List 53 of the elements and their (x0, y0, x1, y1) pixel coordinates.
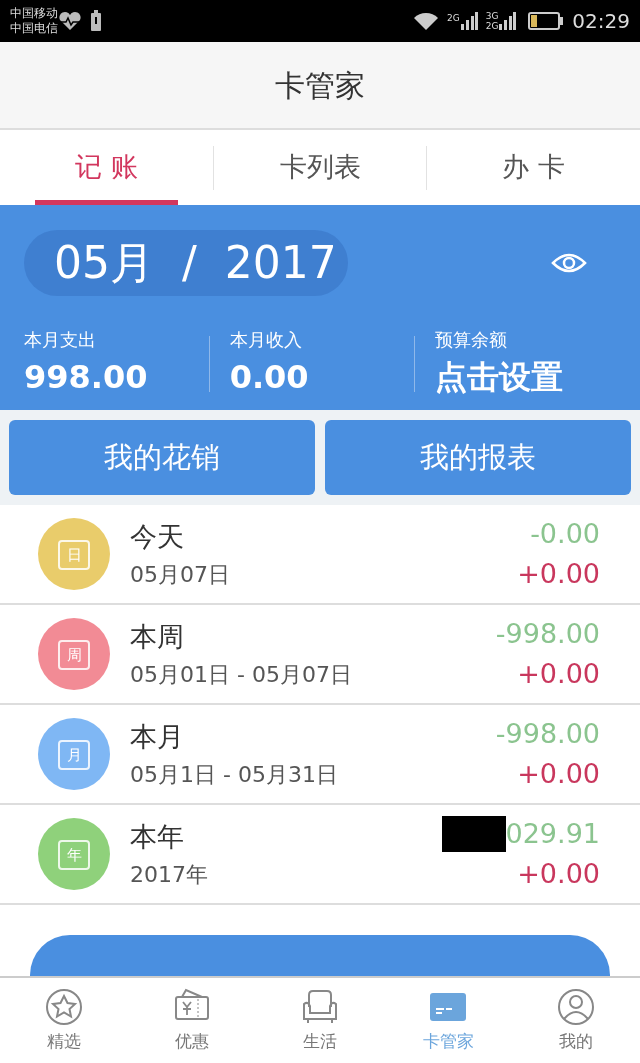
action-button[interactable]: 我的花销 (9, 420, 315, 495)
nav-label: 生活 (303, 1030, 337, 1054)
period-row[interactable]: 年 本年 2017年 029.91 +0.00 (0, 805, 640, 905)
period-title: 本月 (130, 720, 185, 755)
wifi-icon (412, 11, 439, 31)
period-title: 今天 (130, 520, 185, 555)
person-icon (556, 987, 596, 1028)
period-title: 本年 (130, 820, 185, 855)
month-selector[interactable]: 05月 / 2017 (24, 230, 348, 296)
carrier-label: 中国电信 (10, 21, 58, 36)
network-label: 2G (446, 12, 460, 25)
expense-amount: -0.00 (530, 516, 600, 551)
stat-value: 0.00 (229, 357, 310, 398)
income-amount: +0.00 (517, 757, 600, 791)
stat-label: 本月支出 (24, 328, 97, 352)
network-label: 2G (485, 21, 499, 31)
expense-amount: 029.91 (505, 816, 600, 851)
calendar-icon: 年 (38, 818, 110, 890)
clock: 02:29 (572, 8, 630, 35)
app-title: 卡管家 (275, 66, 365, 105)
date-range: 05月07日 (130, 560, 231, 589)
heart-rate-icon (58, 11, 82, 31)
battery-icon (528, 11, 565, 31)
income-amount: +0.00 (517, 557, 600, 591)
expense-amount: -998.00 (495, 716, 600, 751)
period-title: 本周 (130, 620, 185, 655)
period-row[interactable]: 周 本周 05月01日 - 05月07日 -998.00 +0.00 (0, 605, 640, 705)
eye-icon[interactable] (551, 251, 587, 275)
income-amount: +0.00 (517, 857, 600, 891)
nav-label: 卡管家 (422, 1030, 474, 1054)
calendar-icon: 周 (38, 618, 110, 690)
nav-label: 优惠 (175, 1030, 209, 1054)
carrier-label: 中国移动 (10, 6, 58, 21)
signal-icon (459, 12, 478, 30)
stat-value: 998.00 (24, 357, 149, 398)
network-label: 3G (485, 11, 499, 21)
nav-label: 我的 (559, 1030, 593, 1054)
nav-label: 精选 (47, 1030, 81, 1054)
date-range: 2017年 (130, 860, 209, 889)
calendar-icon: 月 (38, 718, 110, 790)
stat-value[interactable]: 点击设置 (435, 353, 620, 401)
stat-label: 本月收入 (229, 328, 303, 352)
stat-label: 预算余额 (435, 328, 509, 352)
expense-amount: -998.00 (495, 616, 600, 651)
battery-saver-icon (90, 10, 102, 32)
date-range: 05月01日 - 05月07日 (130, 660, 353, 689)
action-button[interactable]: 我的报表 (325, 420, 631, 495)
signal-icon (498, 12, 517, 30)
date-range: 05月1日 - 05月31日 (130, 760, 339, 789)
period-row[interactable]: 月 本月 05月1日 - 05月31日 -998.00 +0.00 (0, 705, 640, 805)
period-row[interactable]: 日 今天 05月07日 -0.00 +0.00 (0, 505, 640, 605)
calendar-icon: 日 (38, 518, 110, 590)
income-amount: +0.00 (517, 657, 600, 691)
